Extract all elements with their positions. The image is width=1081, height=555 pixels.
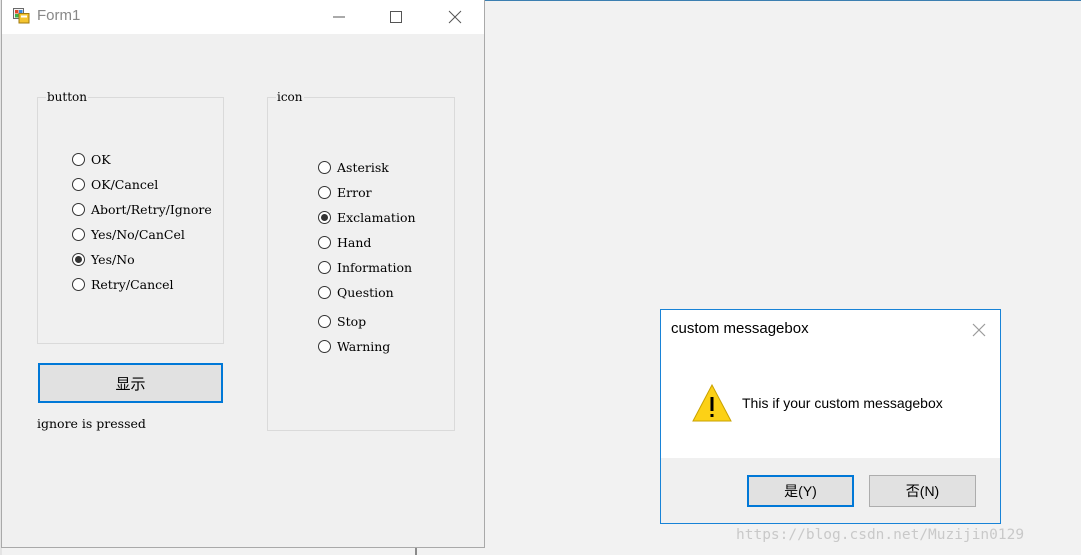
radio-label: Error xyxy=(337,184,372,200)
radio-label: Question xyxy=(337,284,394,300)
radio-label: OK xyxy=(91,151,111,167)
dialog-title: custom messagebox xyxy=(671,320,809,337)
radio-information[interactable]: Information xyxy=(318,258,412,276)
warning-icon xyxy=(691,382,733,428)
radio-indicator xyxy=(318,285,331,299)
desktop-window-edge xyxy=(485,0,1081,1)
radio-label: Asterisk xyxy=(337,159,389,175)
radio-hand[interactable]: Hand xyxy=(318,233,371,251)
radio-label: Hand xyxy=(337,234,372,250)
show-button[interactable]: 显示 xyxy=(38,363,223,403)
maximize-icon xyxy=(390,11,402,23)
radio-label: OK/Cancel xyxy=(91,176,159,192)
radio-label: Warning xyxy=(337,338,391,354)
yes-button[interactable]: 是(Y) xyxy=(747,475,854,507)
radio-indicator xyxy=(72,227,85,241)
radio-stop[interactable]: Stop xyxy=(318,312,366,330)
radio-indicator xyxy=(318,185,331,199)
radio-indicator xyxy=(318,260,331,274)
radio-label: Yes/No xyxy=(91,251,135,267)
no-button[interactable]: 否(N) xyxy=(869,475,976,507)
close-icon xyxy=(448,10,462,24)
radio-retry-cancel[interactable]: Retry/Cancel xyxy=(72,275,174,293)
radio-indicator xyxy=(318,160,331,174)
radio-yes-no-cancel[interactable]: Yes/No/CanCel xyxy=(72,225,185,243)
desktop-divider xyxy=(415,547,417,555)
radio-indicator xyxy=(72,252,85,266)
button-group-legend: button xyxy=(46,90,89,104)
radio-ok[interactable]: OK xyxy=(72,150,111,168)
radio-indicator xyxy=(318,210,331,224)
radio-label: Yes/No/CanCel xyxy=(91,226,185,242)
radio-label: Abort/Retry/Ignore xyxy=(91,201,212,217)
icon-group-legend: icon xyxy=(276,90,304,104)
radio-label: Exclamation xyxy=(337,209,416,225)
radio-indicator xyxy=(318,235,331,249)
radio-indicator xyxy=(72,152,85,166)
dialog-message: This if your custom messagebox xyxy=(742,395,943,411)
radio-indicator xyxy=(72,202,85,216)
app-icon xyxy=(13,7,30,24)
watermark-url: https://blog.csdn.net/Muzijin0129 xyxy=(736,527,1025,543)
form1-window: Form1 button OK OK/Cancel Abort/Retry/Ig… xyxy=(1,0,485,548)
radio-error[interactable]: Error xyxy=(318,183,372,201)
radio-indicator xyxy=(318,339,331,353)
radio-asterisk[interactable]: Asterisk xyxy=(318,158,389,176)
button-groupbox: button xyxy=(37,90,224,344)
status-label: ignore is pressed xyxy=(37,416,146,431)
radio-abort-retry-ignore[interactable]: Abort/Retry/Ignore xyxy=(72,200,224,218)
radio-question[interactable]: Question xyxy=(318,283,394,301)
radio-label: Information xyxy=(337,259,413,275)
radio-indicator xyxy=(72,177,85,191)
minimize-icon xyxy=(333,16,345,18)
radio-exclamation[interactable]: Exclamation xyxy=(318,208,416,226)
close-icon xyxy=(972,323,986,337)
dialog-close-button[interactable] xyxy=(969,320,989,340)
radio-label: Stop xyxy=(337,313,367,329)
radio-label: Retry/Cancel xyxy=(91,276,174,292)
radio-warning[interactable]: Warning xyxy=(318,337,390,355)
radio-indicator xyxy=(318,314,331,328)
radio-indicator xyxy=(72,277,85,291)
radio-yes-no[interactable]: Yes/No xyxy=(72,250,135,268)
minimize-button[interactable] xyxy=(316,0,362,34)
close-button[interactable] xyxy=(432,0,478,34)
custom-messagebox-dialog: custom messagebox This if your custom me… xyxy=(660,309,1001,524)
maximize-button[interactable] xyxy=(373,0,419,34)
radio-ok-cancel[interactable]: OK/Cancel xyxy=(72,175,158,193)
window-title: Form1 xyxy=(37,7,81,24)
form1-titlebar[interactable]: Form1 xyxy=(2,0,484,34)
